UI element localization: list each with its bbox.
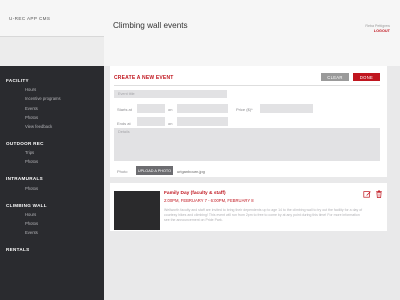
event-description: Wellworth faculty and staff are invited … (164, 208, 363, 222)
ends-label: Ends at (117, 121, 131, 126)
starts-label: Starts at (117, 107, 132, 112)
nav-section: INTRAMURALS Photos (0, 176, 104, 190)
sidebar-item[interactable]: Hours (6, 212, 104, 217)
event-date: 2:00PM, FEBRUARY 7 - 6:00PM, FEBRUARY 8 (164, 198, 254, 203)
end-date-field[interactable] (177, 117, 228, 126)
start-date-field[interactable] (177, 104, 228, 113)
nav-section-title[interactable]: OUTDOOR REC (6, 141, 104, 146)
done-button[interactable]: DONE (353, 73, 380, 81)
clear-button[interactable]: CLEAR (321, 73, 349, 81)
create-event-title: CREATE A NEW EVENT (114, 75, 174, 81)
user-box: Reba Pettigrew LOGOUT (365, 24, 390, 34)
brand-bar: U-REC APP CMS (0, 0, 104, 37)
nav-section-title[interactable]: CLIMBING WALL (6, 203, 104, 208)
event-title: Family Day (faculty & staff) (164, 191, 226, 196)
sidebar-item[interactable]: Photos (6, 115, 104, 120)
nav-section-title[interactable]: RENTALS (6, 247, 104, 252)
sidebar-item[interactable]: Photos (6, 186, 104, 191)
sidebar-item[interactable]: View feedback (6, 124, 104, 129)
sidebar-item[interactable]: Trips (6, 150, 104, 155)
divider (114, 84, 380, 86)
starts-on-label: on (168, 107, 173, 112)
sidebar-item[interactable]: Photos (6, 159, 104, 164)
event-thumbnail (114, 191, 160, 230)
photo-label: Photo (117, 169, 128, 174)
trash-icon[interactable] (375, 190, 383, 198)
app-brand: U-REC APP CMS (9, 15, 51, 21)
nav-section: OUTDOOR REC Trips Photos (0, 141, 104, 164)
end-time-field[interactable] (137, 117, 165, 126)
nav-section: RENTALS (0, 247, 104, 252)
photo-filename: uriganbourn.jpg (177, 169, 205, 174)
event-title-field[interactable]: Event title (114, 90, 227, 98)
sidebar-item[interactable]: Incentive programs (6, 96, 104, 101)
nav-section: FACILITY Hours Incentive programs Events Pho… (0, 78, 104, 129)
logout-link[interactable]: LOGOUT (365, 29, 390, 34)
sidebar-item[interactable]: Hours (6, 87, 104, 92)
sidebar-item[interactable]: Photos (6, 221, 104, 226)
sidebar-item[interactable]: Events (6, 106, 104, 111)
upload-photo-button[interactable]: UPLOAD A PHOTO (136, 166, 173, 175)
nav-section-title[interactable]: FACILITY (6, 78, 104, 83)
top-header: Climbing wall events Reba Pettigrew LOGO… (104, 0, 400, 66)
sidebar-nav: FACILITY Hours Incentive programs Events Pho… (0, 66, 104, 300)
nav-section: CLIMBING WALL Hours Photos Events (0, 203, 104, 236)
sidebar-item[interactable]: Events (6, 230, 104, 235)
start-time-field[interactable] (137, 104, 165, 113)
edit-icon[interactable] (363, 190, 371, 198)
page-title: Climbing wall events (113, 21, 188, 30)
nav-section-title[interactable]: INTRAMURALS (6, 176, 104, 181)
create-event-panel: CREATE A NEW EVENT CLEAR DONE Event titl… (110, 66, 387, 177)
event-card: Family Day (faculty & staff) 2:00PM, FEB… (110, 183, 387, 231)
details-textarea[interactable]: Details (114, 128, 380, 161)
ends-on-label: on (168, 121, 173, 126)
price-field[interactable] (260, 104, 313, 113)
price-label: Price ($)* (236, 107, 253, 112)
